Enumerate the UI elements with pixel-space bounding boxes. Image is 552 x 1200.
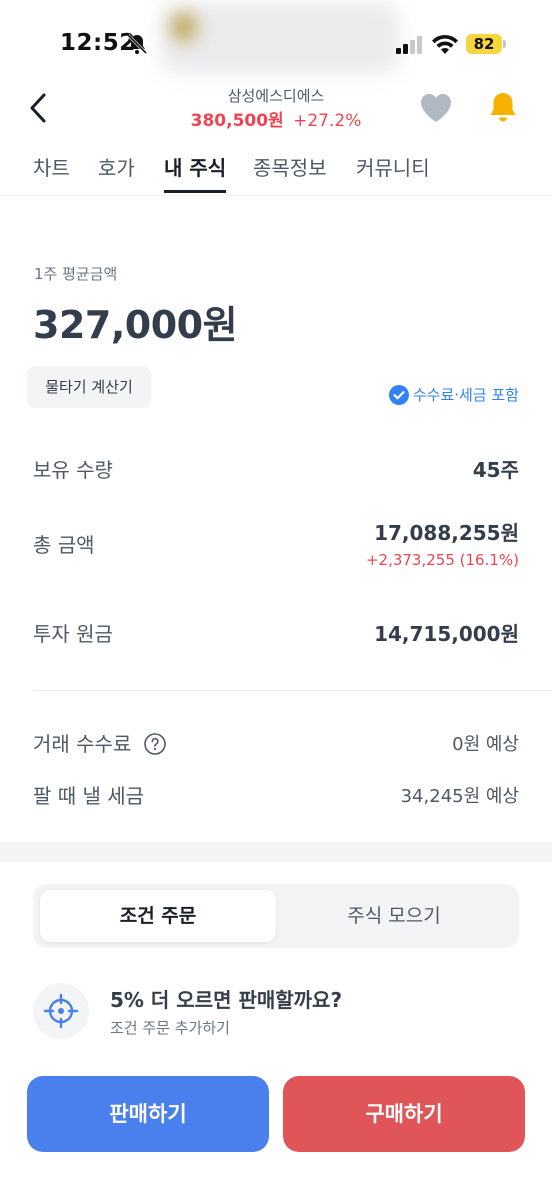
status-time: 12:52 [60,30,136,56]
principal-label: 투자 원금 [33,622,113,646]
price-row: 380,500원 +27.2% [0,106,552,131]
section-separator [0,842,552,862]
total-amount-value: 17,088,255원 [374,521,519,545]
principal-value: 14,715,000원 [374,622,519,646]
buy-button[interactable]: 구매하기 [283,1076,525,1152]
sell-tax-value: 34,245원 예상 [400,786,519,807]
current-price: 380,500원 [190,111,284,131]
target-icon[interactable] [33,983,89,1039]
check-circle-icon [388,384,409,405]
quantity-label: 보유 수량 [33,458,113,482]
segment-conditional-order[interactable]: 조건 주문 [40,890,276,942]
total-amount-label: 총 금액 [33,533,95,557]
price-change: +27.2% [293,111,362,131]
order-type-segment: 조건 주문 주식 모으기 [33,884,519,948]
trade-fee-label-text: 거래 수수료 [33,732,132,756]
sell-tax-label: 팔 때 낼 세금 [33,784,145,808]
bell-icon[interactable] [486,90,520,124]
battery-icon: 82 [466,34,502,54]
wifi-icon [432,34,458,54]
signal-icon [396,36,422,54]
fee-tax-included-badge: 수수료·세금 포함 [388,384,519,405]
sell-button[interactable]: 판매하기 [27,1076,269,1152]
blurred-notification [160,2,400,74]
avg-price-value: 327,000원 [33,303,238,347]
trade-fee-value: 0원 예상 [452,734,519,755]
tab-chart[interactable]: 차트 [33,152,70,181]
tab-my-stock[interactable]: 내 주식 [164,152,226,181]
total-amount-change: +2,373,255 (16.1%) [365,551,519,569]
tab-community[interactable]: 커뮤니티 [356,152,430,181]
fee-tax-included-label: 수수료·세금 포함 [412,386,519,404]
condition-suggestion-subtitle[interactable]: 조건 주문 추가하기 [110,1017,230,1038]
help-icon[interactable] [143,733,166,755]
quantity-value: 45주 [472,458,519,482]
status-bar: 12:52 82 [0,0,552,88]
stock-name: 삼성에스디에스 [227,87,325,105]
avg-price-label: 1주 평균금액 [34,265,118,283]
trade-fee-label: 거래 수수료 [33,728,166,757]
condition-suggestion-title[interactable]: 5% 더 오르면 판매할까요? [110,984,342,1013]
tab-orderbook[interactable]: 호가 [98,152,135,181]
crosshair-icon [43,993,79,1029]
heart-icon[interactable] [419,92,453,124]
bell-slash-icon [126,33,148,55]
tab-bar: 차트 호가 내 주식 종목정보 커뮤니티 [0,146,552,196]
battery-tip [503,40,506,48]
segment-stock-accumulate[interactable]: 주식 모으기 [276,890,512,942]
divider [33,690,552,691]
averaging-calculator-button[interactable]: 물타기 계산기 [27,366,151,408]
tab-stock-info[interactable]: 종목정보 [253,152,327,181]
tab-underline [164,190,226,193]
